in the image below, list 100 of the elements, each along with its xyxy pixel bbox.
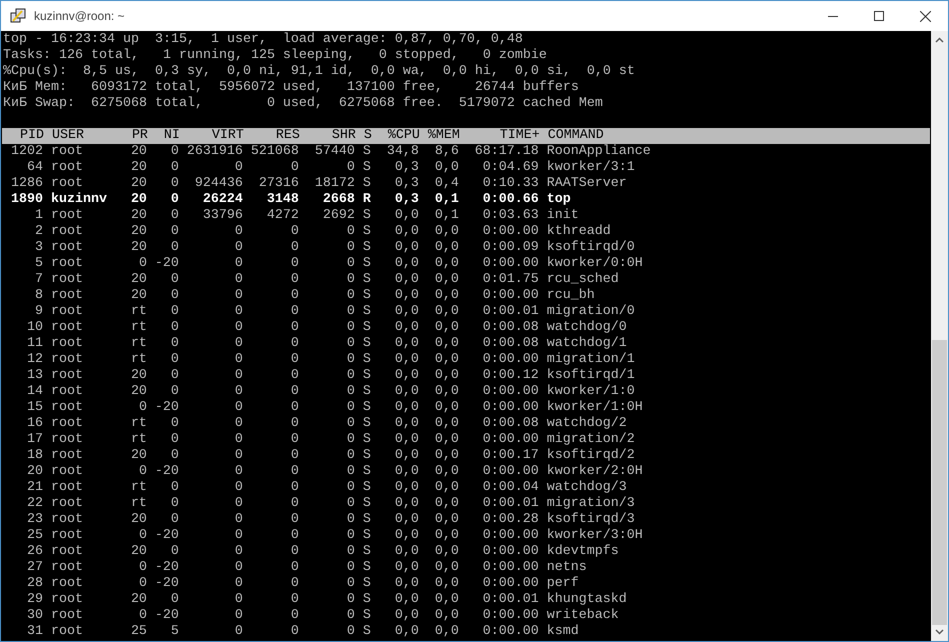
scrollbar-thumb[interactable]	[932, 340, 947, 625]
table-cell: ksoftirqd/3	[546, 512, 635, 527]
table-cell: 0,0	[434, 608, 459, 623]
table-cell: S	[362, 560, 371, 575]
table-cell: 0:10.33	[482, 176, 539, 191]
table-cell: S	[362, 592, 371, 607]
table-cell: 0	[346, 352, 355, 367]
table-cell: 0	[290, 336, 299, 351]
summary-line: КиБ Mem: 6093172 total, 5956072 used, 137100 free, 26744 buffers	[3, 80, 579, 95]
table-cell: 0:00.00	[482, 464, 539, 479]
table-cell: 0,0	[434, 272, 459, 287]
table-cell: 3148	[266, 192, 299, 207]
table-cell: 0:00.08	[482, 416, 539, 431]
table-cell: 0	[346, 416, 355, 431]
table-cell: 0	[234, 256, 243, 271]
table-cell: 3	[34, 240, 43, 255]
table-cell: 0:00.12	[482, 368, 539, 383]
scrollbar[interactable]	[931, 31, 948, 641]
table-cell: 17	[26, 432, 43, 447]
table-cell: 0	[170, 416, 179, 431]
table-cell: 0	[234, 464, 243, 479]
column-header: S	[364, 128, 372, 143]
table-cell: 64	[26, 160, 43, 175]
table-cell: 0	[170, 368, 179, 383]
summary-line: top - 16:23:34 up 3:15, 1 user, load average: 0,87, 0,70, 0,48	[3, 32, 523, 47]
table-cell: root	[50, 368, 83, 383]
table-cell: root	[50, 544, 83, 559]
table-cell: 0,0	[394, 224, 419, 239]
table-cell: 20	[130, 160, 147, 175]
table-cell: watchdog/3	[546, 480, 627, 495]
table-cell: root	[50, 176, 83, 191]
table-cell: 0	[290, 480, 299, 495]
table-cell: 0	[346, 624, 355, 639]
column-header: RES	[276, 128, 300, 143]
table-cell: 20	[130, 176, 147, 191]
table-cell: 0	[346, 304, 355, 319]
table-cell: 0	[138, 608, 147, 623]
table-cell: 0,0	[394, 608, 419, 623]
table-cell: 0,0	[434, 544, 459, 559]
table-cell: 0	[290, 560, 299, 575]
table-cell: 0,0	[434, 560, 459, 575]
table-cell: S	[362, 352, 371, 367]
scroll-up-icon[interactable]	[935, 37, 944, 43]
table-cell: 0:00.00	[482, 560, 539, 575]
table-cell: 0	[346, 576, 355, 591]
table-cell: 0	[170, 240, 179, 255]
table-cell: root	[50, 608, 83, 623]
table-cell: 0	[290, 400, 299, 415]
table-cell: 20	[130, 368, 147, 383]
table-cell: root	[50, 160, 83, 175]
table-cell: 0,0	[394, 416, 419, 431]
table-cell: 0,0	[434, 592, 459, 607]
table-cell: 0	[290, 416, 299, 431]
table-cell: rt	[130, 480, 147, 495]
table-cell: 20	[130, 448, 147, 463]
table-cell: S	[362, 384, 371, 399]
table-cell: ksoftirqd/0	[546, 240, 635, 255]
table-cell: S	[362, 272, 371, 287]
table-cell: 0:00.00	[482, 384, 539, 399]
table-cell: 0	[170, 176, 179, 191]
table-cell: 0,0	[434, 384, 459, 399]
table-cell: 0	[290, 304, 299, 319]
table-cell: 0	[170, 496, 179, 511]
table-cell: S	[362, 304, 371, 319]
table-cell: writeback	[546, 608, 619, 623]
table-cell: root	[50, 480, 83, 495]
table-cell: 0	[170, 448, 179, 463]
table-cell: rt	[130, 416, 147, 431]
table-cell: 0	[290, 256, 299, 271]
table-cell: root	[50, 272, 83, 287]
table-cell: 0:00.00	[482, 608, 539, 623]
table-cell: 0,0	[434, 624, 459, 639]
scroll-down-icon[interactable]	[935, 629, 944, 635]
table-cell: 0	[290, 592, 299, 607]
table-cell: -20	[154, 528, 179, 543]
table-cell: 0:00.00	[482, 400, 539, 415]
table-cell: rt	[130, 432, 147, 447]
table-cell: 0,0	[434, 288, 459, 303]
table-cell: S	[362, 400, 371, 415]
table-cell: 0,0	[434, 480, 459, 495]
table-cell: 20	[130, 224, 147, 239]
table-cell: root	[50, 464, 83, 479]
table-cell: 0	[346, 272, 355, 287]
table-cell: -20	[154, 400, 179, 415]
table-cell: root	[50, 304, 83, 319]
table-cell: root	[50, 448, 83, 463]
table-cell: 0,0	[434, 496, 459, 511]
table-cell: 0	[290, 496, 299, 511]
table-cell: root	[50, 352, 83, 367]
table-cell: 20	[130, 384, 147, 399]
table-cell: 20	[130, 240, 147, 255]
table-cell: root	[50, 208, 83, 223]
summary-line: %Cpu(s): 8,5 us, 0,3 sy, 0,0 ni, 91,1 id, 0,0 wa, 0,0 hi, 0,0 si, 0,0 st	[3, 64, 635, 79]
table-cell: 0	[234, 544, 243, 559]
table-cell: root	[50, 240, 83, 255]
table-cell: 0	[290, 432, 299, 447]
table-cell: S	[362, 432, 371, 447]
table-cell: 2	[34, 224, 43, 239]
table-cell: 0	[346, 368, 355, 383]
table-cell: 0	[234, 384, 243, 399]
